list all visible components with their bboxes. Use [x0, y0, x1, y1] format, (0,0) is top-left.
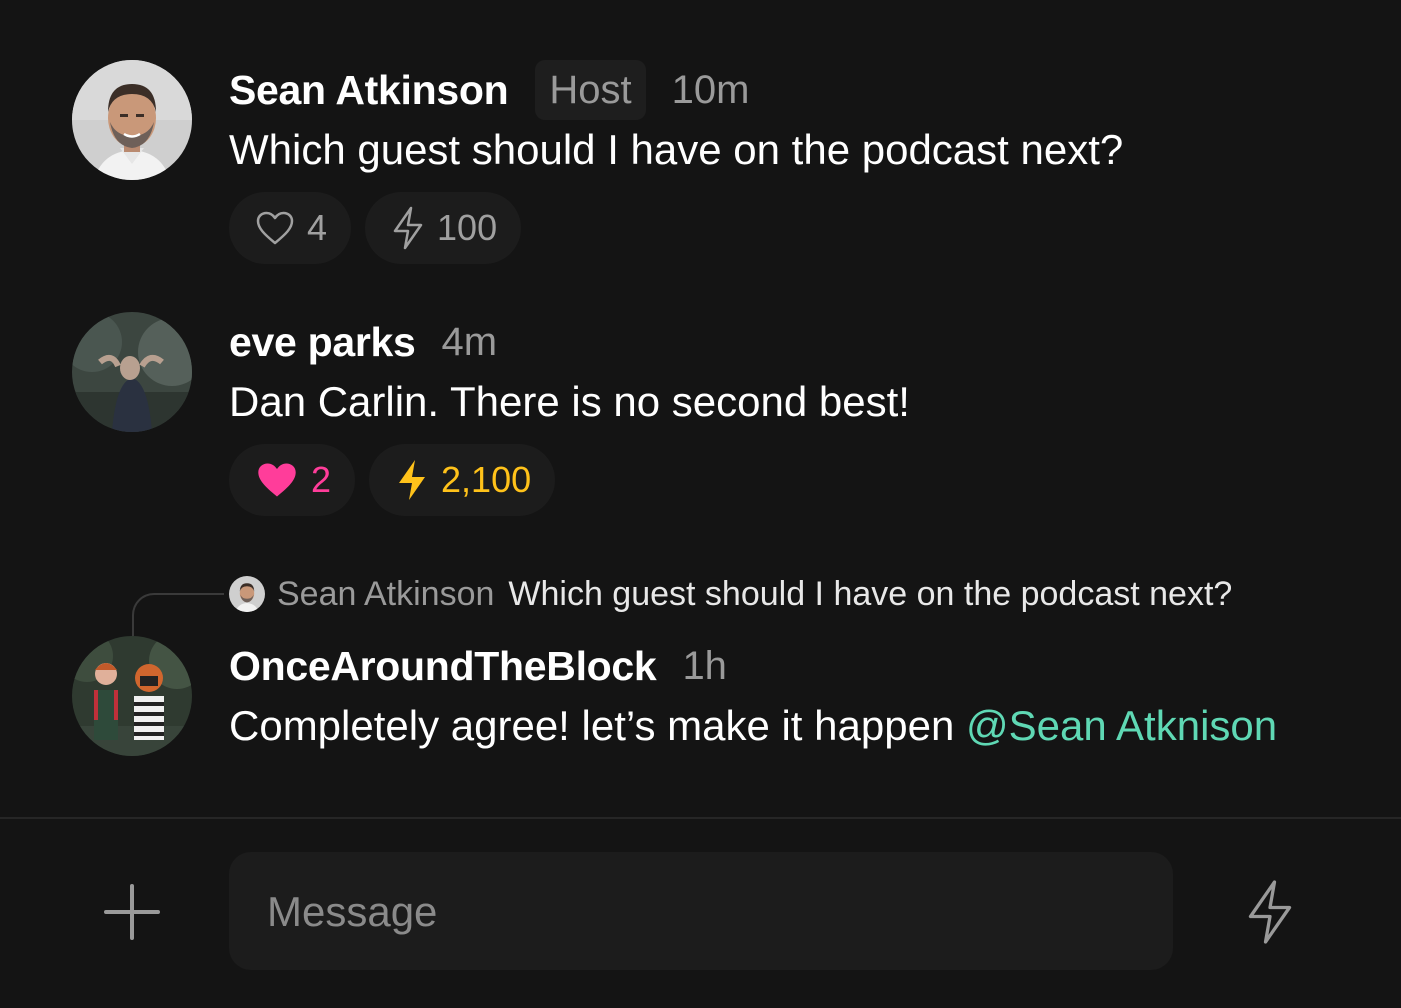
message-input[interactable] [265, 852, 1149, 972]
message-text: Which guest should I have on the podcast… [229, 126, 1124, 173]
plus-icon [104, 884, 160, 940]
message-header: Sean Atkinson Host 10m [229, 60, 749, 120]
zap-send-button[interactable] [1240, 879, 1300, 945]
message-header: eve parks 4m [229, 312, 497, 372]
timestamp: 1h [682, 643, 727, 688]
like-count: 2 [311, 459, 332, 500]
timestamp: 4m [441, 319, 498, 364]
reply-author: Sean Atkinson [277, 574, 495, 613]
like-button[interactable]: 4 [229, 192, 352, 264]
lightning-icon [391, 206, 425, 250]
zap-count: 100 [437, 207, 498, 248]
chat-app: Sean Atkinson Host 10m Which guest shoul… [0, 0, 1401, 1008]
lightning-icon [395, 458, 429, 502]
host-badge: Host [535, 60, 646, 120]
message-body: Completely agree! let’s make it happen [229, 702, 966, 749]
reply-text: Which guest should I have on the podcast… [508, 574, 1233, 613]
author-name[interactable]: Sean Atkinson [229, 67, 509, 114]
like-button[interactable]: 2 [229, 444, 356, 516]
message-feed: Sean Atkinson Host 10m Which guest shoul… [0, 0, 1401, 818]
add-attachment-button[interactable] [102, 882, 162, 942]
avatar[interactable] [72, 636, 192, 756]
timestamp: 10m [671, 67, 750, 112]
avatar[interactable] [72, 60, 192, 180]
zap-button[interactable]: 2,100 [369, 444, 556, 516]
message-header: OnceAroundTheBlock 1h [229, 636, 727, 696]
reply-avatar [229, 576, 265, 612]
like-count: 4 [307, 207, 328, 248]
message-input-box[interactable] [229, 852, 1173, 972]
heart-icon [255, 210, 295, 246]
reactions: 2 2,100 [229, 444, 556, 516]
heart-icon [255, 460, 299, 500]
zap-count: 2,100 [441, 459, 532, 500]
reply-thread-line [132, 593, 224, 636]
reactions: 4 100 [229, 192, 522, 264]
message-text: Dan Carlin. There is no second best! [229, 378, 910, 425]
message-text: Completely agree! let’s make it happen @… [229, 696, 1277, 756]
reply-reference[interactable]: Sean Atkinson Which guest should I have … [229, 574, 1232, 614]
lightning-icon [1248, 880, 1292, 944]
author-name[interactable]: eve parks [229, 319, 416, 366]
zap-button[interactable]: 100 [365, 192, 522, 264]
avatar[interactable] [72, 312, 192, 432]
message-composer [0, 819, 1401, 1008]
user-mention[interactable]: @Sean Atknison [966, 702, 1277, 749]
author-name[interactable]: OnceAroundTheBlock [229, 643, 657, 690]
